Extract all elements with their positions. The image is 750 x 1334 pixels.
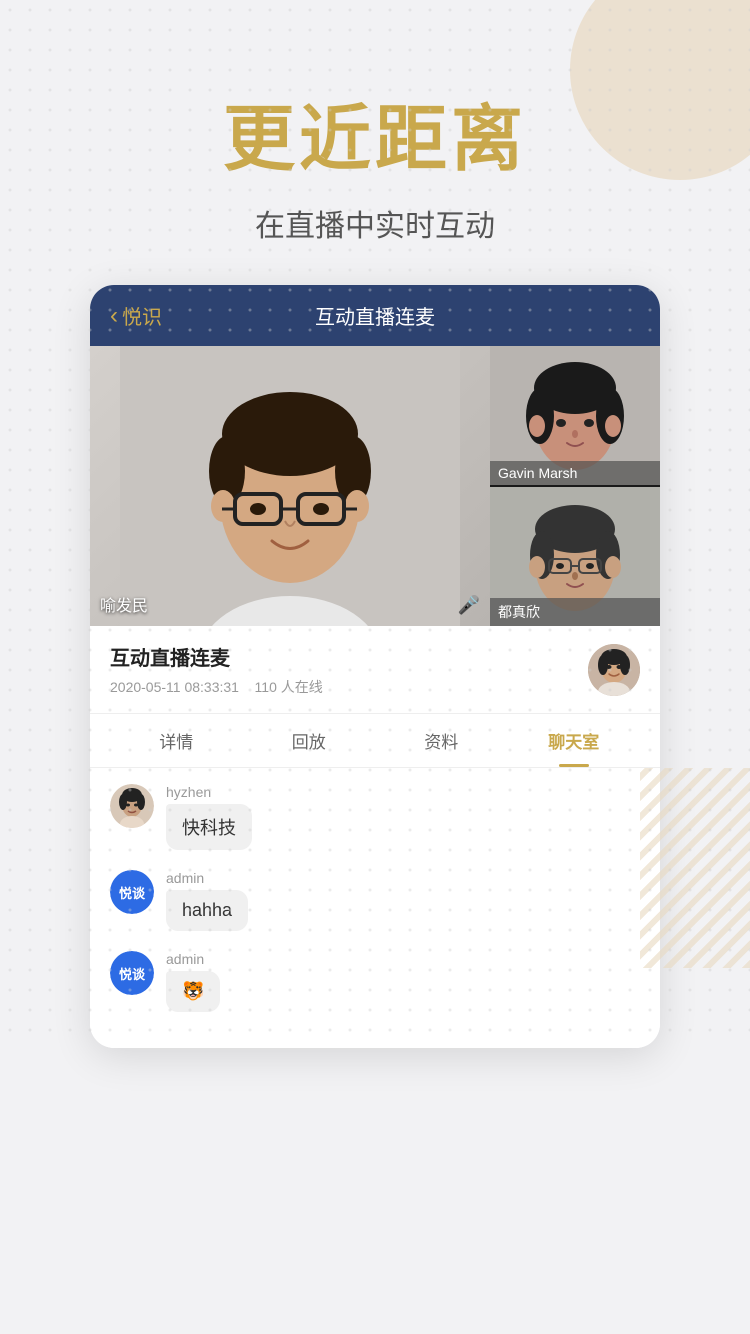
video-area: 喻发民 🎤: [90, 346, 660, 626]
chat-username-3: admin: [166, 951, 220, 967]
tabs-row: 详情 回放 资料 聊天室: [90, 714, 660, 768]
avatar-admin-2-text: 悦谈: [119, 964, 145, 983]
video-small-1: Gavin Marsh: [490, 346, 660, 485]
video-small-2: 都真欣: [490, 487, 660, 626]
chat-username-1: hyzhen: [166, 784, 252, 800]
phone-nav-header: ‹ 悦识 互动直播连麦: [90, 285, 660, 346]
mic-icon: 🎤: [458, 595, 480, 616]
avatar-admin-1: 悦谈: [110, 870, 154, 914]
tab-materials[interactable]: 资料: [375, 714, 508, 767]
chat-content-2: admin hahha: [166, 870, 248, 931]
avatar-admin-2: 悦谈: [110, 951, 154, 995]
chat-message-2: 悦谈 admin hahha: [110, 870, 640, 931]
chat-avatar-2: 悦谈: [110, 870, 154, 914]
chat-username-2: admin: [166, 870, 248, 886]
chat-avatar-3: 悦谈: [110, 951, 154, 995]
nav-title: 互动直播连麦: [170, 301, 580, 330]
host-avatar-svg: [588, 644, 640, 696]
info-title: 互动直播连麦: [110, 642, 588, 671]
subtitle: 在直播中实时互动: [0, 201, 750, 245]
info-text: 互动直播连麦 2020-05-11 08:33:31 110 人在线: [110, 642, 588, 697]
host-avatar: [588, 644, 640, 696]
person3-label: 都真欣: [490, 598, 660, 626]
chat-content-3: admin 🐯: [166, 951, 220, 1012]
chat-bubble-2: hahha: [166, 890, 248, 931]
info-section: 互动直播连麦 2020-05-11 08:33:31 110 人在线: [90, 626, 660, 714]
phone-card: ‹ 悦识 互动直播连麦: [90, 285, 660, 1048]
tab-replay[interactable]: 回放: [243, 714, 376, 767]
nav-app-name: 悦识: [122, 301, 162, 330]
info-meta: 2020-05-11 08:33:31 110 人在线: [110, 677, 588, 697]
back-arrow-icon: ‹: [110, 302, 118, 330]
person2-label: Gavin Marsh: [490, 461, 660, 485]
chat-message-1: hyzhen 快科技: [110, 784, 640, 850]
avatar-hyzhen-svg: [110, 784, 154, 828]
info-viewers: 110 人在线: [255, 679, 323, 695]
chat-bubble-1: 快科技: [166, 804, 252, 850]
chat-area: hyzhen 快科技 悦谈 admin hahha: [90, 768, 660, 1048]
info-date: 2020-05-11 08:33:31: [110, 679, 239, 695]
bg-decoration-bottom-right: [640, 768, 750, 968]
video-main: 喻发民 🎤: [90, 346, 490, 626]
chat-message-3: 悦谈 admin 🐯: [110, 951, 640, 1012]
chat-content-1: hyzhen 快科技: [166, 784, 252, 850]
back-button[interactable]: ‹ 悦识: [110, 301, 162, 330]
main-person-svg: [120, 346, 460, 626]
chat-bubble-3: 🐯: [166, 971, 220, 1012]
tab-details[interactable]: 详情: [110, 714, 243, 767]
video-sidebar: Gavin Marsh: [490, 346, 660, 626]
chat-avatar-1: [110, 784, 154, 828]
tab-chat[interactable]: 聊天室: [508, 714, 641, 767]
main-video-label: 喻发民: [100, 592, 148, 616]
avatar-admin-1-text: 悦谈: [119, 883, 145, 902]
main-person-video: [90, 346, 490, 626]
